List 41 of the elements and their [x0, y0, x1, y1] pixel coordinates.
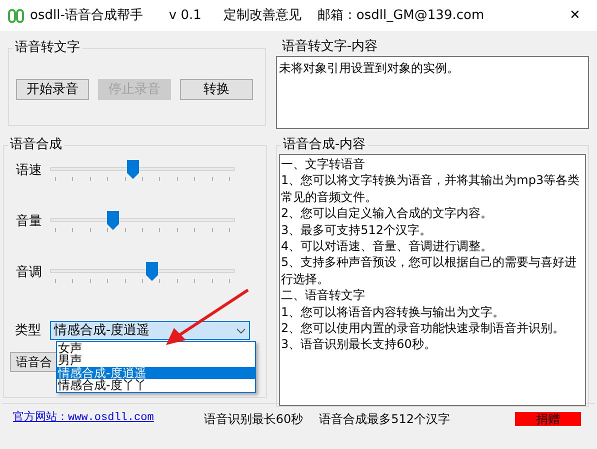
recognized-text[interactable]: 未将对象引用设置到对象的实例。 [276, 56, 589, 129]
app-logo-icon [8, 8, 24, 22]
slider-thumb[interactable] [106, 211, 119, 230]
donate-button[interactable]: 捐赠 [515, 412, 581, 426]
version-text: v 0.1 [168, 6, 202, 25]
content-line: 1、您可以将语音内容转换与输出为文字。 [281, 304, 506, 320]
chevron-down-icon [236, 328, 246, 334]
type-label: 类型 [14, 322, 42, 340]
dropdown-value: 情感合成-度逍遥 [54, 322, 151, 340]
record-button[interactable]: 转换 [180, 78, 253, 100]
content-line: 1、您可以将文字转换为语音，并将其输出为mp3等各类常见的音频文件。 [281, 172, 581, 206]
group-title: 语音转文字 [13, 40, 82, 56]
content-line: 4、可以对语速、音量、音调进行调整。 [281, 238, 494, 254]
group-title: 语音转文字-内容 [280, 39, 380, 55]
slider-label: 语速 [15, 162, 43, 180]
close-button[interactable]: ✕ [553, 0, 597, 31]
group-title: 语音合成-内容 [281, 137, 368, 153]
window-title: osdll-语音合成帮手 [30, 6, 143, 25]
dropdown-option[interactable]: 女声 [57, 342, 255, 354]
slider-label: 音量 [15, 213, 43, 231]
dropdown-option[interactable]: 情感合成-度丫丫 [57, 379, 255, 392]
content-line: 3、语音识别最长支持60秒。 [281, 336, 437, 353]
content-line: 3、最多可支持512个汉字。 [281, 222, 433, 238]
feedback-link[interactable]: 定制改善意见 [223, 6, 302, 26]
tts-limit-text: 语音合成最多512个汉字 [319, 410, 450, 428]
email-text: 邮箱：osdll_GM@139.com [317, 6, 484, 25]
dropdown-option[interactable]: 情感合成-度逍遥 [57, 366, 255, 379]
content-line: 一、文字转语音 [281, 156, 366, 172]
content-line: 5、支持多种声音预设，您可以根据自己的需要与喜好进行选择。 [281, 254, 578, 288]
stt-limit-text: 语音识别最长60秒 [204, 410, 304, 428]
synthesis-text-area[interactable]: 一、文字转语音 1、您可以将文字转换为语音，并将其输出为mp3等各类常见的音频文件。 2、您可以自定义输入合成的文字内容。 3、最多可支持512个汉字。 4、可以对语速、音量、音调进行调整。 5、支持多种声音预设，您可以根据自己的需要与喜好进行选择。 二、语音转文字 1、您可以将语音内容转换与输出为文字。 2、您可以使用内置的录音功能快速录制语音并识别。 3、语音识别最长支持60秒。 [279, 154, 586, 406]
content-line: 2、您可以自定义输入合成的文字内容。 [281, 205, 494, 222]
slider-thumb[interactable] [127, 160, 140, 179]
website-link[interactable]: 官方网站：www.osdll.com [13, 410, 154, 427]
slider-thumb[interactable] [146, 262, 158, 281]
record-button[interactable]: 开始录音 [16, 78, 89, 100]
type-dropdown[interactable]: 情感合成-度逍遥 [50, 321, 250, 340]
group-title: 语音合成 [8, 137, 64, 153]
content-line: 2、您可以使用内置的录音功能快速录制语音并识别。 [281, 320, 566, 336]
content-line: 二、语音转文字 [281, 287, 366, 304]
slider-label: 音调 [15, 264, 43, 282]
